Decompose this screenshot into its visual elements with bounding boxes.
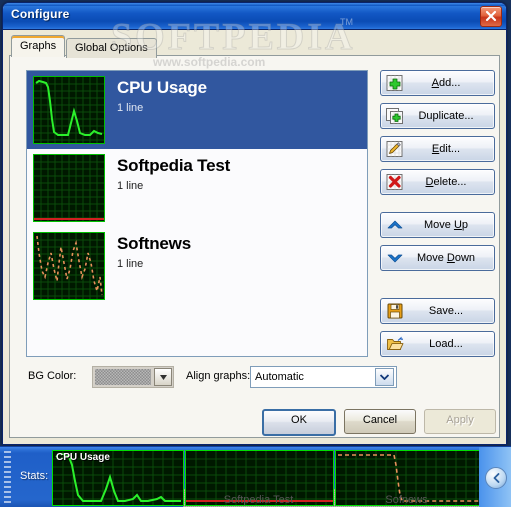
add-button[interactable]: Add... <box>380 70 495 96</box>
collapse-tray-button[interactable] <box>485 467 507 489</box>
edit-pencil-icon <box>386 141 404 157</box>
bottom-controls-row: BG Color: Align graphs: Automatic <box>28 366 397 388</box>
taskbar-caption-sofnews: Sofnews <box>385 494 428 506</box>
tab-graphs[interactable]: Graphs <box>11 35 66 57</box>
list-item-text: CPU Usage 1 line <box>117 76 207 114</box>
graph-thumbnail <box>33 76 105 144</box>
align-graphs-dropdown[interactable]: Automatic <box>250 366 397 388</box>
softpedia-test-sparkline <box>34 155 104 221</box>
move-up-button[interactable]: Move Up <box>380 212 495 238</box>
softnews-sparkline <box>34 233 104 299</box>
chevron-up-icon <box>386 217 404 233</box>
configure-dialog: Configure Graphs Global Options CPU Usag… <box>2 2 507 445</box>
close-icon <box>485 10 497 22</box>
chevron-down-icon <box>386 250 404 266</box>
cancel-button[interactable]: Cancel <box>344 409 416 434</box>
taskbar-graph-title: CPU Usage <box>56 452 110 463</box>
delete-button-label: Delete... <box>425 176 467 188</box>
align-graphs-value: Automatic <box>255 371 304 383</box>
button-group-spacer <box>380 278 495 288</box>
graph-name: Softnews <box>117 234 191 253</box>
action-button-panel: Add... Duplicate... Edit... Delete... Mo… <box>380 70 495 364</box>
desktop-background: Configure Graphs Global Options CPU Usag… <box>0 0 511 507</box>
graph-line-count: 1 line <box>117 102 144 114</box>
dialog-client-area: Graphs Global Options CPU Usage 1 line S… <box>3 29 506 444</box>
apply-button: Apply <box>424 409 496 434</box>
add-icon <box>386 75 404 91</box>
graph-list[interactable]: CPU Usage 1 line Softpedia Test 1 line S… <box>26 70 368 357</box>
list-item-text: Softnews 1 line <box>117 232 191 270</box>
duplicate-button[interactable]: Duplicate... <box>380 103 495 129</box>
chevron-down-icon[interactable] <box>375 368 394 386</box>
ok-button[interactable]: OK <box>262 409 336 436</box>
move-up-button-label: Move Up <box>423 219 469 231</box>
button-group-spacer <box>380 288 495 298</box>
dialog-button-row: OK Cancel Apply <box>262 409 496 436</box>
taskbar-tray <box>479 447 511 507</box>
close-button[interactable] <box>480 6 502 27</box>
bg-color-swatch <box>95 369 151 385</box>
cpu-usage-sparkline <box>34 77 104 143</box>
tab-graphs-label: Graphs <box>20 40 57 52</box>
graph-thumbnail <box>33 154 105 222</box>
load-button[interactable]: Load... <box>380 331 495 357</box>
graph-line-count: 1 line <box>117 180 144 192</box>
list-item[interactable]: Softpedia Test 1 line <box>27 149 367 227</box>
list-item[interactable]: Softnews 1 line <box>27 227 367 305</box>
move-down-button-label: Move Down <box>416 252 476 264</box>
graph-line-count: 1 line <box>117 258 144 270</box>
graph-name: CPU Usage <box>117 78 207 97</box>
bg-color-label: BG Color: <box>28 370 77 382</box>
edit-button-label: Edit... <box>431 143 461 155</box>
duplicate-icon <box>386 108 404 124</box>
taskbar-caption-softpedia-test: Softpedia Test <box>223 494 294 506</box>
duplicate-button-label: Duplicate... <box>418 110 474 122</box>
folder-open-icon <box>386 336 404 352</box>
title-bar[interactable]: Configure <box>3 3 506 29</box>
chevron-left-icon <box>493 473 499 483</box>
graph-thumbnail <box>33 232 105 300</box>
taskbar-graph-cpu[interactable]: CPU Usage <box>52 450 184 506</box>
stats-label: Stats: <box>20 470 49 482</box>
stats-taskbar: Stats: CPU Usage Softpedia Test Sofnews <box>0 446 511 507</box>
load-button-label: Load... <box>429 338 463 350</box>
taskbar-grip[interactable] <box>4 451 11 503</box>
bg-color-dropdown[interactable] <box>92 366 174 388</box>
align-graphs-label: Align graphs: <box>186 370 251 382</box>
graphs-tab-page: CPU Usage 1 line Softpedia Test 1 line S… <box>9 55 500 438</box>
tab-global-options[interactable]: Global Options <box>66 38 157 58</box>
save-button-label: Save... <box>428 305 464 317</box>
floppy-disk-icon <box>386 303 404 319</box>
chevron-down-icon[interactable] <box>154 368 172 386</box>
save-button[interactable]: Save... <box>380 298 495 324</box>
move-down-button[interactable]: Move Down <box>380 245 495 271</box>
button-group-spacer <box>380 202 495 212</box>
list-item-text: Softpedia Test 1 line <box>117 154 230 192</box>
graph-name: Softpedia Test <box>117 156 231 175</box>
window-title: Configure <box>11 7 70 21</box>
delete-button[interactable]: Delete... <box>380 169 495 195</box>
edit-button[interactable]: Edit... <box>380 136 495 162</box>
delete-icon <box>386 174 404 190</box>
tab-global-options-label: Global Options <box>75 42 148 54</box>
list-item[interactable]: CPU Usage 1 line <box>27 71 367 149</box>
watermark-tm: TM <box>340 17 353 27</box>
add-button-label: Add... <box>431 77 461 89</box>
